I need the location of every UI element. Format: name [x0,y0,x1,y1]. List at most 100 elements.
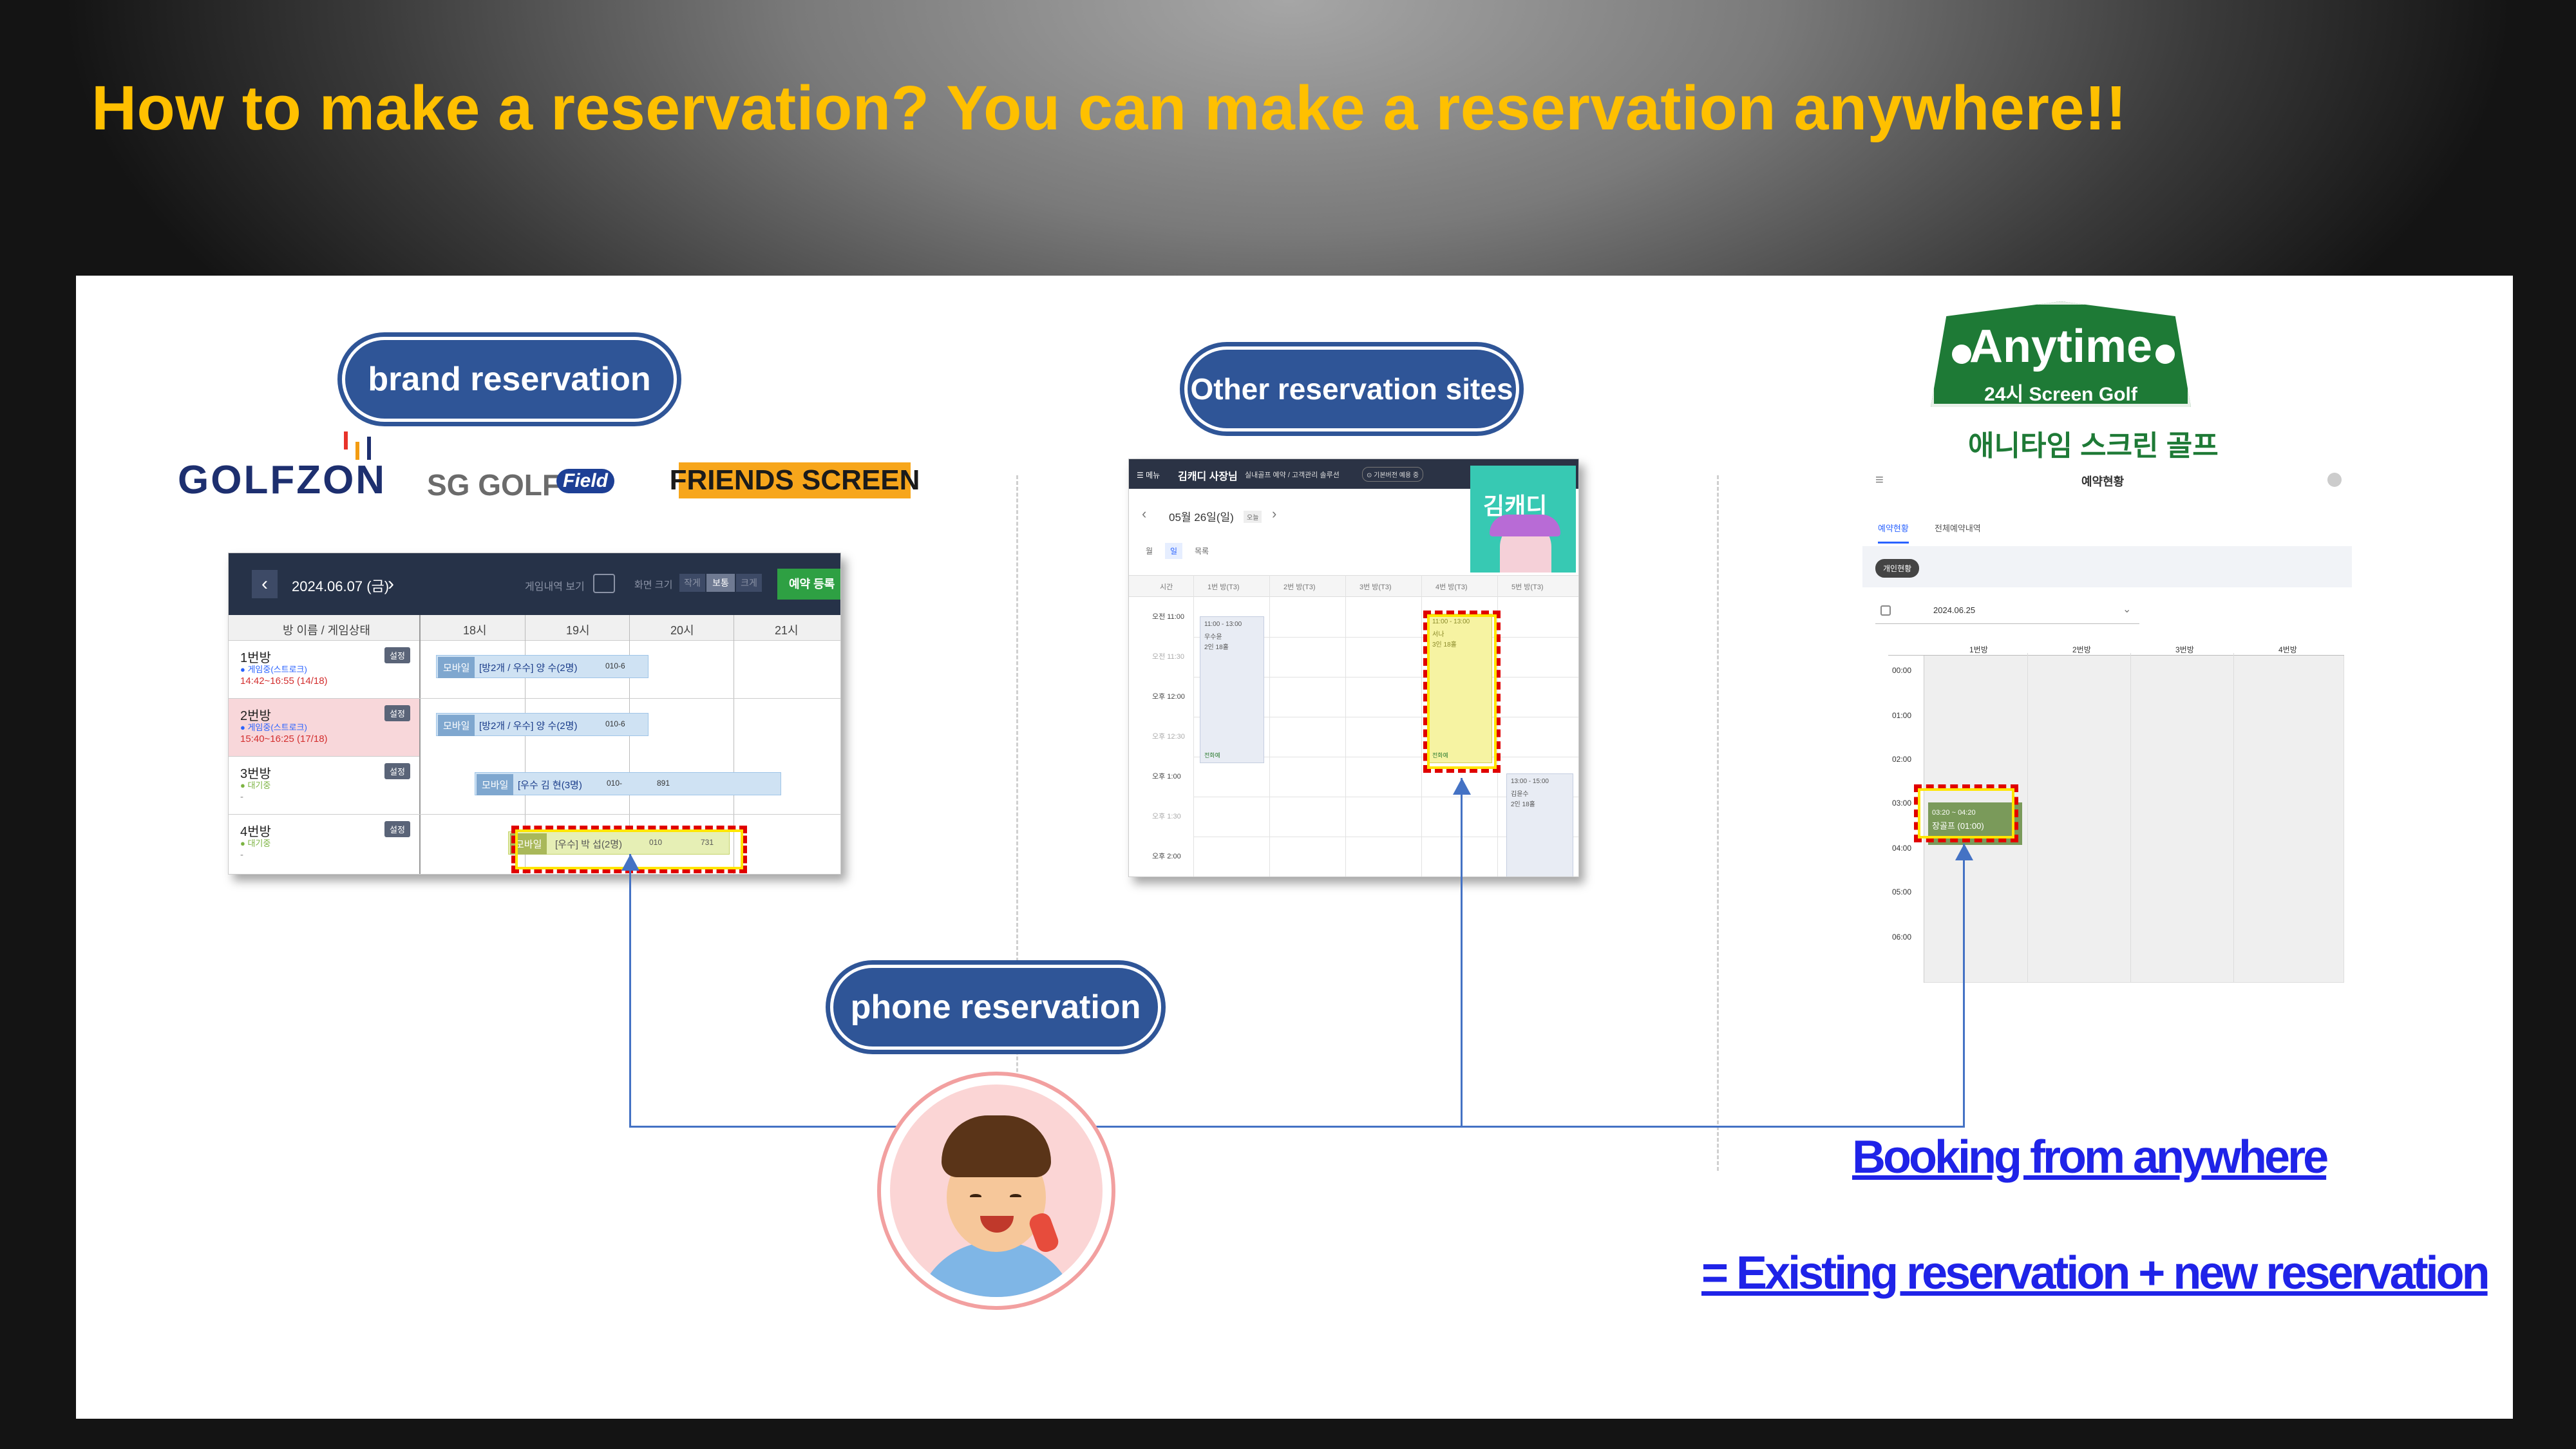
shot3-tab-all[interactable]: 전체예약내역 [1935,522,1981,534]
shot3-page-title: 예약현황 [2081,475,2125,488]
shot1-booking[interactable]: 모바일 [우수 김 현(3명) 010- 891 [475,772,781,795]
caller-eye-icon [1010,1194,1021,1199]
shot2-view-day[interactable]: 일 [1165,543,1183,559]
connector-to-other [1461,778,1463,1127]
brand-reservation-pill: brand reservation [342,337,677,422]
shot2-gridline [1345,575,1346,876]
shot2-event-people: 2인 18홀 [1511,801,1535,808]
shot1-prev-button[interactable]: ‹ [252,570,278,598]
shot3-date-chevron-icon[interactable]: ⌄ [2123,603,2131,616]
shot2-event-people: 2인 18홀 [1204,644,1229,651]
shot3-room-4: 4번방 [2278,645,2297,654]
connector-arrowhead-icon [621,854,639,871]
shot1-room-4-status: ● 대기중 [240,838,271,848]
shot1-room-2-setting[interactable]: 설정 [384,705,410,721]
connector-to-anytime [1963,844,1965,1127]
shot1-room-1-time: 14:42~16:55 (14/18) [240,676,328,687]
shot1-booking-text: [방2개 / 우수] 양 수(2명) [479,663,578,674]
shot3-time-label: 06:00 [1892,933,1912,942]
shot1-toggle-checkbox[interactable] [593,574,615,593]
golf-ball-icon [2155,345,2175,364]
shot2-brand-badge: 김캐디 [1470,466,1576,573]
shot2-menu[interactable]: ☰ 메뉴 [1137,469,1160,480]
caller-hair-icon [942,1115,1051,1177]
shot2-gridline [1193,575,1194,876]
shot2-event-name: 김윤수 [1511,791,1529,798]
shot2-event[interactable]: 13:00 - 15:00 김윤수 2인 18홀 [1506,773,1573,876]
shot2-time-label: 오후 1:30 [1152,813,1181,820]
anytime-logo: Anytime 24시 Screen Golf [1931,301,2191,407]
shot2-nav: 실내골프 예약 / 고객관리 솔루션 [1245,471,1340,479]
shot2-room-5: 5번 방(T3) [1511,583,1544,591]
shot1-time-20: 20시 [670,624,694,637]
connector-to-brand [629,854,631,1127]
shot3-time-label: 01:00 [1892,711,1912,720]
shot3-time-label: 00:00 [1892,666,1912,675]
shot1-room-4-setting[interactable]: 설정 [384,821,410,837]
shot3-avatar-icon[interactable] [2327,473,2342,487]
shot2-event-note: 전화예 [1204,752,1220,759]
other-site-booking-highlight [1423,611,1501,773]
shot1-register-button[interactable]: 예약 등록 [777,569,840,600]
shot1-booking[interactable]: 모바일 [방2개 / 우수] 양 수(2명) 010-6 [436,713,649,736]
shot1-booking-extra: 891 [657,779,670,788]
shot3-date-select-line [1875,623,2139,624]
shot3-room-1: 1번방 [1969,645,1988,654]
shot1-size-small[interactable]: 작게 [679,574,705,592]
anytime-booking-highlight [1914,784,2018,842]
shot2-event-time: 11:00 - 13:00 [1204,621,1242,628]
shot2-time-label: 오후 12:00 [1152,693,1185,701]
shot1-booking-text: [방2개 / 우수] 양 수(2명) [479,721,578,732]
shot2-event[interactable]: 11:00 - 13:00 우수윤 2인 18홀 전화예 [1200,616,1264,763]
shot3-calendar-icon [1880,605,1891,616]
shot1-room-2-time: 15:40~16:25 (17/18) [240,734,328,744]
shot3-time-label: 03:00 [1892,799,1912,808]
shot2-view-list[interactable]: 목록 [1189,543,1214,559]
shot1-time-19: 19시 [566,624,590,637]
shot3-gridline [2130,653,2131,983]
shot3-menu-icon[interactable]: ≡ [1875,471,1884,488]
shot1-size-medium[interactable]: 보통 [706,574,735,592]
shot3-filter-bar [1862,546,2352,587]
shot2-col-header: 시간 [1160,583,1173,591]
caddie-cap-icon [1490,515,1560,536]
shot2-event-name: 우수윤 [1204,634,1222,641]
shot3-time-label: 04:00 [1892,844,1912,853]
golfzon-logo-bars-icon [343,431,375,460]
shot2-today[interactable]: 오늘 [1244,511,1262,523]
anytime-logo-text: Anytime [1969,321,2153,372]
shot2-room-1: 1번 방(T3) [1208,583,1240,591]
other-site-screenshot: ☰ 메뉴 김캐디 사장님 실내골프 예약 / 고객관리 솔루션 ⊙ 기본버전 예… [1128,459,1579,877]
connector-arrowhead-icon [1955,844,1973,860]
golfzon-logo: GOLFZON [178,458,387,502]
shot2-nav-button[interactable]: ⊙ 기본버전 예용 중 [1362,467,1424,482]
shot2-room-4: 4번 방(T3) [1435,583,1468,591]
shot3-chip[interactable]: 개인현황 [1875,559,1920,578]
shot2-event-time: 13:00 - 15:00 [1511,778,1549,785]
shot1-size-large[interactable]: 크게 [736,574,762,592]
friends-screen-logo: FRIENDS SCREEN [670,462,920,498]
phone-handset-icon [1027,1210,1061,1255]
shot2-time-label: 오후 1:00 [1152,773,1181,781]
shot1-booking-phone: 010-6 [605,661,625,670]
connector-arrowhead-icon [1453,778,1471,795]
shot1-time-18: 18시 [463,624,487,637]
shot3-date: 2024.06.25 [1933,605,1976,615]
shot1-room-1-status: ● 게임중(스트로크) [240,665,307,674]
separator-left [1016,475,1018,1171]
shot1-room-3-setting[interactable]: 설정 [384,763,410,779]
shot2-view-month[interactable]: 월 [1141,543,1158,559]
shot2-gridline [1421,575,1422,876]
anytime-korean-name: 애니타임 스크린 골프 [1968,430,2219,462]
existing-new-reservation-link[interactable]: = Existing reservation + new reservation [1701,1247,2490,1300]
phone-caller-avatar [877,1072,1115,1310]
shot2-next-icon[interactable]: › [1272,506,1276,522]
shot1-room-1-setting[interactable]: 설정 [384,647,410,663]
shot1-next-button[interactable]: › [378,570,404,598]
shot3-tab-status[interactable]: 예약현황 [1878,522,1909,544]
shot3-room-2: 2번방 [2072,645,2091,654]
shot1-booking[interactable]: 모바일 [방2개 / 우수] 양 수(2명) 010-6 [436,655,649,678]
shot2-prev-icon[interactable]: ‹ [1142,506,1146,522]
anytime-booking-screenshot: ≡ 예약현황 예약현황 전체예약내역 개인현황 2024.06.25 ⌄ 1번방… [1862,462,2352,990]
booking-anywhere-link[interactable]: Booking from anywhere [1852,1131,2329,1184]
